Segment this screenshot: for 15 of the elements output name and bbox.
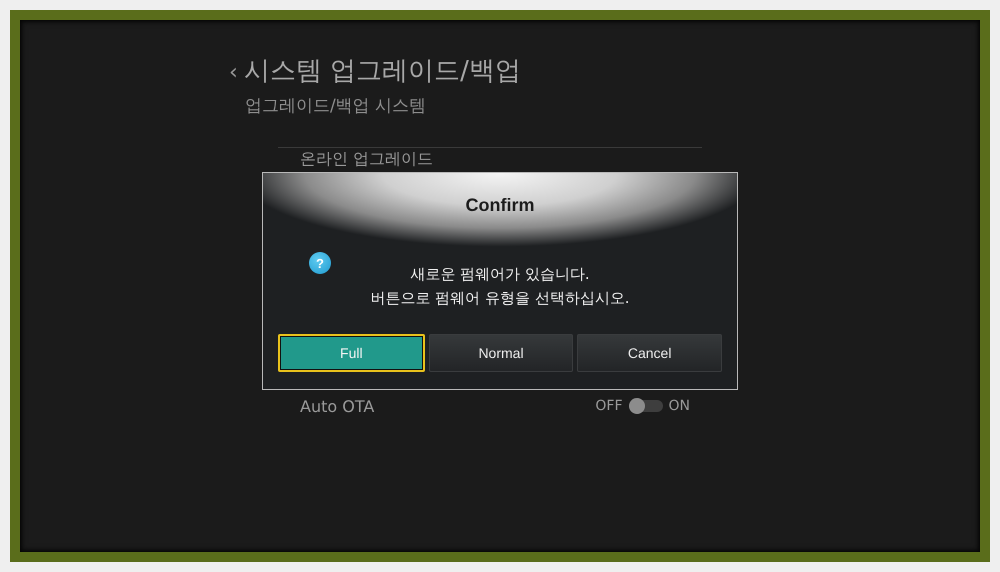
on-label: ON (668, 398, 690, 414)
page-title: 시스템 업그레이드/백업 (244, 55, 521, 88)
dialog-message: 버튼으로 펌웨어 유형을 선택하십시오. (369, 288, 631, 309)
toggle-switch[interactable] (628, 400, 662, 412)
back-arrow[interactable]: ‹ (229, 60, 238, 85)
off-label: OFF (595, 398, 622, 414)
setting-label: Auto OTA (300, 396, 374, 416)
dialog-title: Confirm (466, 195, 534, 216)
dialog-button[interactable]: Normal (428, 334, 574, 372)
question-icon: ? (309, 252, 331, 274)
dialog-button[interactable]: Full (278, 334, 425, 372)
menu-item[interactable]: 온라인 업그레이드 (300, 148, 690, 170)
dialog-message: 새로운 펌웨어가 있습니다. (409, 264, 591, 285)
dialog-button[interactable]: Cancel (577, 334, 722, 372)
page-subtitle: 업그레이드/백업 시스템 (245, 95, 428, 117)
